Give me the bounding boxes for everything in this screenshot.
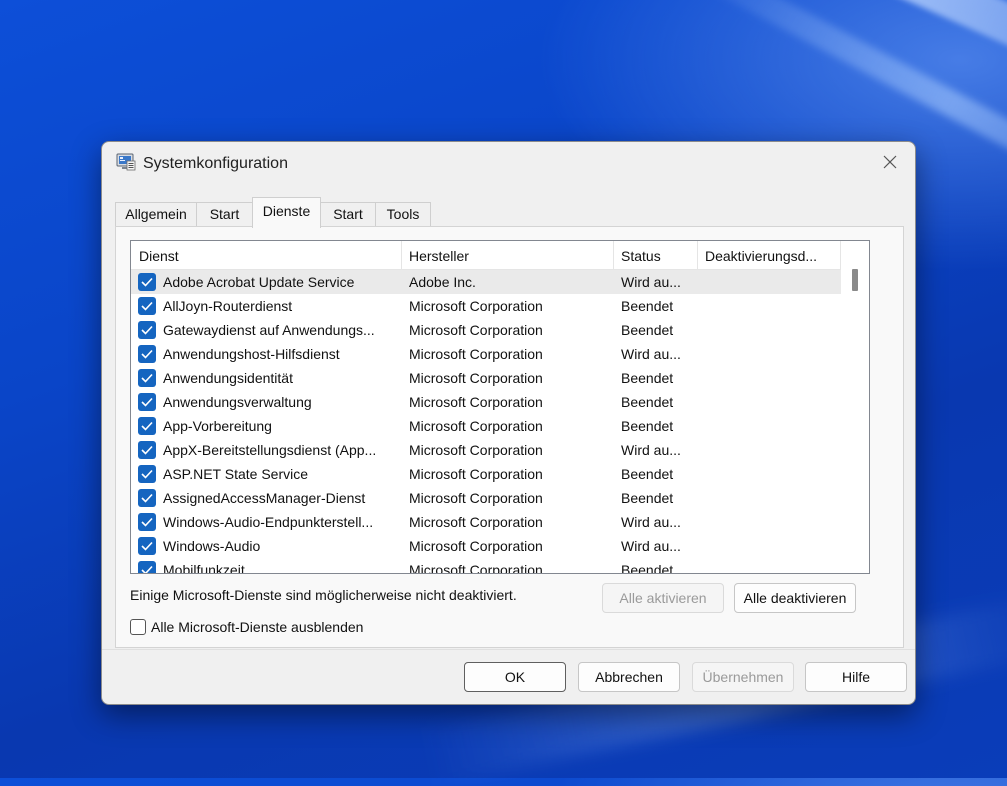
- table-row[interactable]: AppX-Bereitstellungsdienst (App... Micro…: [131, 438, 841, 462]
- service-vendor: Microsoft Corporation: [409, 514, 543, 530]
- service-checkbox[interactable]: [138, 345, 156, 363]
- service-vendor: Microsoft Corporation: [409, 466, 543, 482]
- service-checkbox[interactable]: [138, 393, 156, 411]
- service-status: Beendet: [621, 370, 674, 386]
- service-status: Wird au...: [621, 346, 681, 362]
- service-name: AssignedAccessManager-Dienst: [163, 490, 366, 506]
- table-row[interactable]: Mobilfunkzeit Microsoft Corporation Been…: [131, 558, 841, 574]
- table-row[interactable]: Gatewaydienst auf Anwendungs... Microsof…: [131, 318, 841, 342]
- service-checkbox[interactable]: [138, 369, 156, 387]
- service-status: Beendet: [621, 394, 674, 410]
- table-row[interactable]: Windows-Audio Microsoft Corporation Wird…: [131, 534, 841, 558]
- service-status: Beendet: [621, 490, 674, 506]
- service-vendor: Microsoft Corporation: [409, 442, 543, 458]
- table-row[interactable]: ASP.NET State Service Microsoft Corporat…: [131, 462, 841, 486]
- service-name: Windows-Audio: [163, 538, 261, 554]
- close-icon: [883, 155, 897, 174]
- service-status: Wird au...: [621, 442, 681, 458]
- column-header-status[interactable]: Status: [613, 241, 698, 269]
- tab-start-1[interactable]: Start: [196, 202, 253, 227]
- table-row[interactable]: Adobe Acrobat Update Service Adobe Inc. …: [131, 270, 841, 294]
- footer-divider: [102, 649, 915, 650]
- tab-tools[interactable]: Tools: [375, 202, 431, 227]
- service-checkbox[interactable]: [138, 273, 156, 291]
- checkbox-box[interactable]: [130, 619, 146, 635]
- service-status: Beendet: [621, 418, 674, 434]
- table-row[interactable]: Anwendungshost-Hilfsdienst Microsoft Cor…: [131, 342, 841, 366]
- service-vendor: Microsoft Corporation: [409, 346, 543, 362]
- tab-dienste[interactable]: Dienste: [252, 197, 321, 228]
- service-status: Beendet: [621, 466, 674, 482]
- msconfig-app-icon: [116, 153, 136, 171]
- cancel-button[interactable]: Abbrechen: [578, 662, 680, 692]
- enable-all-button[interactable]: Alle aktivieren: [602, 583, 724, 613]
- service-name: Mobilfunkzeit: [163, 562, 245, 574]
- service-checkbox[interactable]: [138, 417, 156, 435]
- service-name: Windows-Audio-Endpunkterstell...: [163, 514, 374, 530]
- vertical-scrollbar[interactable]: [841, 241, 869, 573]
- table-row[interactable]: Anwendungsidentität Microsoft Corporatio…: [131, 366, 841, 390]
- service-checkbox[interactable]: [138, 441, 156, 459]
- disable-all-button[interactable]: Alle deaktivieren: [734, 583, 856, 613]
- service-checkbox[interactable]: [138, 561, 156, 573]
- window-title: Systemkonfiguration: [143, 155, 288, 172]
- service-name: App-Vorbereitung: [163, 418, 272, 434]
- close-button[interactable]: [872, 148, 908, 180]
- hide-microsoft-services-checkbox[interactable]: Alle Microsoft-Dienste ausblenden: [130, 617, 363, 637]
- column-header-dienst[interactable]: Dienst: [131, 241, 402, 269]
- service-name: Gatewaydienst auf Anwendungs...: [163, 322, 375, 338]
- service-name: Adobe Acrobat Update Service: [163, 274, 355, 290]
- service-name: ASP.NET State Service: [163, 466, 308, 482]
- services-list[interactable]: Dienst Hersteller Status Deaktivierungsd…: [130, 240, 870, 574]
- tab-allgemein[interactable]: Allgemein: [115, 202, 197, 227]
- scrollbar-thumb[interactable]: [852, 269, 858, 291]
- list-header: Dienst Hersteller Status Deaktivierungsd…: [131, 241, 841, 270]
- table-row[interactable]: AllJoyn-Routerdienst Microsoft Corporati…: [131, 294, 841, 318]
- service-name: AppX-Bereitstellungsdienst (App...: [163, 442, 377, 458]
- service-status: Beendet: [621, 562, 674, 574]
- service-vendor: Microsoft Corporation: [409, 562, 543, 574]
- service-name: Anwendungsverwaltung: [163, 394, 312, 410]
- service-vendor: Microsoft Corporation: [409, 322, 543, 338]
- system-configuration-dialog: Systemkonfiguration Allgemein Start Dien…: [101, 141, 916, 705]
- services-panel: Dienst Hersteller Status Deaktivierungsd…: [115, 226, 904, 648]
- service-status: Wird au...: [621, 274, 681, 290]
- column-header-hersteller[interactable]: Hersteller: [401, 241, 614, 269]
- service-vendor: Microsoft Corporation: [409, 538, 543, 554]
- service-name: Anwendungshost-Hilfsdienst: [163, 346, 340, 362]
- ms-services-info-text: Einige Microsoft-Dienste sind möglicherw…: [130, 587, 517, 603]
- column-header-deaktivierungsdatum[interactable]: Deaktivierungsd...: [697, 241, 841, 269]
- help-button[interactable]: Hilfe: [805, 662, 907, 692]
- service-name: Anwendungsidentität: [163, 370, 293, 386]
- service-status: Wird au...: [621, 538, 681, 554]
- service-vendor: Microsoft Corporation: [409, 418, 543, 434]
- apply-button[interactable]: Übernehmen: [692, 662, 794, 692]
- title-bar[interactable]: Systemkonfiguration: [102, 142, 915, 186]
- ok-button[interactable]: OK: [464, 662, 566, 692]
- tab-start-2[interactable]: Start: [320, 202, 376, 227]
- table-row[interactable]: Anwendungsverwaltung Microsoft Corporati…: [131, 390, 841, 414]
- service-vendor: Adobe Inc.: [409, 274, 476, 290]
- service-checkbox[interactable]: [138, 465, 156, 483]
- hide-microsoft-services-label: Alle Microsoft-Dienste ausblenden: [151, 619, 364, 635]
- service-status: Beendet: [621, 298, 674, 314]
- service-status: Beendet: [621, 322, 674, 338]
- table-row[interactable]: Windows-Audio-Endpunkterstell... Microso…: [131, 510, 841, 534]
- service-vendor: Microsoft Corporation: [409, 298, 543, 314]
- service-checkbox[interactable]: [138, 489, 156, 507]
- table-row[interactable]: AssignedAccessManager-Dienst Microsoft C…: [131, 486, 841, 510]
- service-checkbox[interactable]: [138, 297, 156, 315]
- service-status: Wird au...: [621, 514, 681, 530]
- service-vendor: Microsoft Corporation: [409, 394, 543, 410]
- service-vendor: Microsoft Corporation: [409, 490, 543, 506]
- list-rows: Adobe Acrobat Update Service Adobe Inc. …: [131, 270, 841, 574]
- service-name: AllJoyn-Routerdienst: [163, 298, 293, 314]
- service-checkbox[interactable]: [138, 513, 156, 531]
- service-checkbox[interactable]: [138, 321, 156, 339]
- table-row[interactable]: App-Vorbereitung Microsoft Corporation B…: [131, 414, 841, 438]
- service-checkbox[interactable]: [138, 537, 156, 555]
- service-vendor: Microsoft Corporation: [409, 370, 543, 386]
